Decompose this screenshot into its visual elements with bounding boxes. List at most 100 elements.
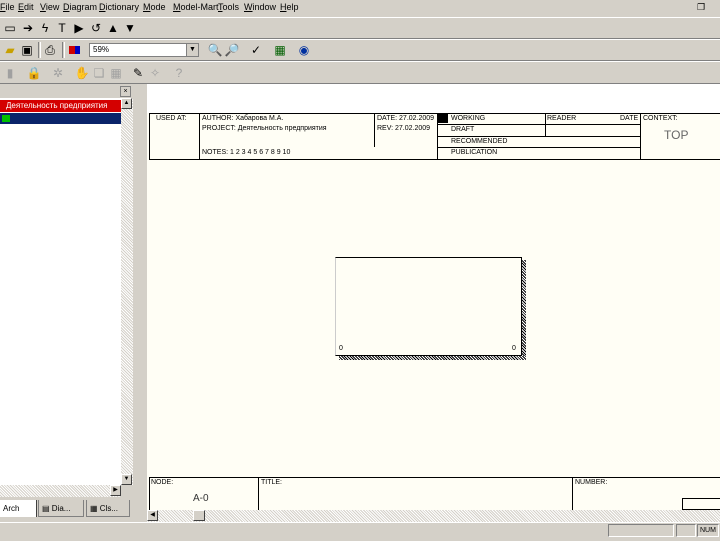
status-pane [676,524,696,537]
diagram-horizontal-scrollbar[interactable]: ◀ [147,510,720,522]
triangle-up-icon[interactable]: ▲ [105,20,121,36]
menu-bar: File Edit View Diagram Dictionary Mode M… [0,0,720,16]
tree-vertical-scrollbar[interactable]: ▲ ▼ [121,98,133,485]
activity-box-mark-left: 0 [339,345,343,352]
menu-edit[interactable]: Edit [18,2,34,12]
lock-icon[interactable]: 🔒 [26,65,42,81]
menu-dictionary[interactable]: Dictionary [99,2,139,12]
copy-icon[interactable]: ❏ [91,65,107,81]
date-column-label: DATE [620,115,639,122]
tab-activities[interactable]: Arch [0,500,37,517]
zoom-in-icon[interactable]: 🔍 [207,42,223,58]
activity-box[interactable] [335,257,522,356]
close-icon[interactable]: × [120,86,131,97]
header-divider [437,124,640,125]
tree-node-selected[interactable] [0,113,121,124]
settings-icon[interactable]: ✲ [50,65,66,81]
scroll-up-icon[interactable]: ▲ [121,98,132,109]
scroll-right-icon[interactable]: ▶ [110,485,121,496]
lightning-icon[interactable]: ϟ [37,20,53,36]
rotate-icon[interactable]: ↺ [88,20,104,36]
recommended-label: RECOMMENDED [451,138,508,145]
used-at-label: USED AT: [156,115,187,122]
header-divider [199,113,200,160]
help-icon[interactable]: ? [171,65,187,81]
node-label: NODE: [151,479,174,486]
model-icon[interactable]: ▦ [272,42,288,58]
restore-icon[interactable]: ❐ [695,2,707,13]
header-divider [640,113,641,160]
menu-tools[interactable]: Tools [218,2,239,12]
pointer-arrow-icon[interactable]: ➔ [20,20,36,36]
diagram-footer-frame [149,477,720,510]
menu-file[interactable]: File [0,2,15,12]
chevron-down-icon[interactable]: ▼ [186,44,198,56]
menu-diagram[interactable]: Diagram [63,2,97,12]
scroll-left-icon[interactable]: ◀ [147,510,158,521]
menu-model-mart[interactable]: Model-Mart [173,2,219,12]
working-label: WORKING [451,115,486,122]
toolbar-standard: ▰ ▣ ⎙ 59% ▼ 🔍 🔎 ✓ ▦ ◉ [0,39,720,61]
check-icon[interactable]: ✓ [248,42,264,58]
author-label: AUTHOR: Хабарова М.А. [202,115,284,122]
notes-label: NOTES: 1 2 3 4 5 6 7 8 9 10 [202,149,291,156]
activity-box-mark-right: 0 [512,345,516,352]
toolbar-model: ▮ 🔒 ✲ ✋ ❏ ▦ ✎ ✧ ? [0,61,720,84]
stop-icon[interactable]: ▮ [2,65,18,81]
scroll-down-icon[interactable]: ▼ [121,474,132,485]
toolbar-drawing: ▭ ➔ ϟ T ▶ ↺ ▲ ▼ [0,17,720,39]
toolbar-separator [38,42,41,58]
reader-label: READER [547,115,577,122]
open-folder-icon[interactable]: ▰ [2,42,18,58]
activity-box-shadow [339,356,526,360]
publication-label: PUBLICATION [451,149,498,156]
menu-help[interactable]: Help [280,2,299,12]
print-icon[interactable]: ⎙ [42,42,58,58]
project-label: PROJECT: Деятельность предприятия [202,125,327,132]
title-label: TITLE: [261,479,283,486]
header-divider [374,113,375,147]
tab-diagrams[interactable]: ▤ Dia... [38,500,84,517]
menu-mode[interactable]: Mode [143,2,166,12]
scrollbar-thumb[interactable] [193,510,205,521]
hand-icon[interactable]: ✋ [74,65,90,81]
tree-horizontal-scrollbar[interactable]: ▶ [0,485,121,497]
zoom-out-icon[interactable]: 🔎 [224,42,240,58]
activity-node-icon [2,115,10,122]
rev-label: REV: 27.02.2009 [377,125,431,132]
model-tree [0,98,121,485]
diagram-tab-icon: ▤ [42,504,52,513]
grid-icon[interactable]: ▦ [108,65,124,81]
triangle-down-icon[interactable]: ▼ [122,20,138,36]
zoom-value: 59% [93,45,110,54]
menu-window[interactable]: Window [244,2,276,12]
objects-tab-icon: ▦ [90,504,100,513]
number-label: NUMBER: [575,479,608,486]
status-pane [608,524,674,537]
header-divider [437,136,640,137]
wand-icon[interactable]: ✧ [147,65,163,81]
activity-box-shadow [522,260,526,360]
color-icon[interactable] [66,42,82,58]
play-icon[interactable]: ▶ [71,20,87,36]
footer-box [682,498,720,510]
zoom-combo[interactable]: 59% ▼ [89,43,199,57]
tree-root-node[interactable]: Деятельность предприятия [0,100,121,112]
tab-objects[interactable]: ▦ Cls... [86,500,130,517]
node-value: A-0 [193,493,209,504]
status-num-indicator: NUM [697,524,719,537]
context-label: CONTEXT: [643,115,678,122]
draft-label: DRAFT [451,126,475,133]
text-tool-icon[interactable]: T [54,20,70,36]
working-status-mark [437,114,448,123]
header-divider [437,147,640,148]
globe-icon[interactable]: ◉ [296,42,312,58]
menu-view[interactable]: View [40,2,59,12]
footer-divider [572,477,573,510]
context-value: TOP [664,128,689,142]
palette-icon[interactable]: ✎ [130,65,146,81]
toolbar-separator [62,42,65,58]
footer-divider [258,477,259,510]
rectangle-icon[interactable]: ▭ [2,20,18,36]
save-icon[interactable]: ▣ [19,42,35,58]
